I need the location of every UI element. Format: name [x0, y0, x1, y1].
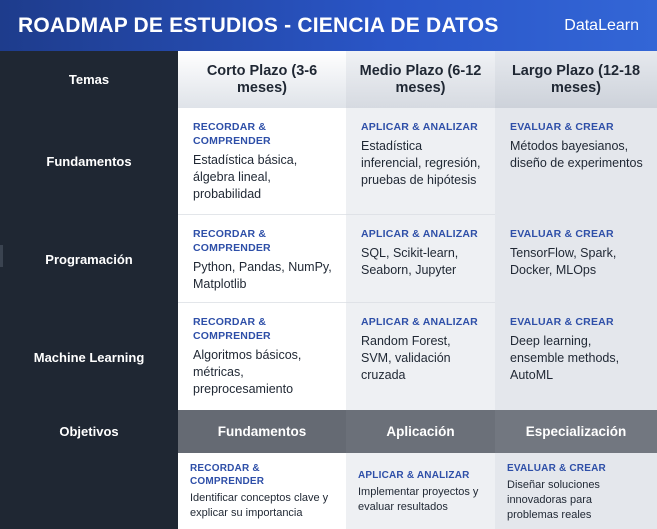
sidebar-edge-marker — [0, 245, 3, 267]
brand-logo: DataLearn — [564, 16, 639, 34]
column-header-short-term: Corto Plazo (3-6 meses) — [178, 51, 346, 108]
cell-text: Python, Pandas, NumPy, Matplotlib — [193, 260, 332, 291]
cell-text: Diseñar soluciones innovadoras para prob… — [507, 479, 600, 521]
cell-tag: RECORDAR & COMPRENDER — [193, 121, 271, 147]
objetivos-label: Objetivos — [59, 424, 119, 439]
cell-fundamentos-long: EVALUAR & CREAR Métodos bayesianos, dise… — [495, 108, 657, 215]
objective-cell-short: RECORDAR & COMPRENDER Identificar concep… — [178, 453, 346, 529]
cell-tag: APLICAR & ANALIZAR — [361, 121, 478, 133]
cell-tag: EVALUAR & CREAR — [510, 121, 614, 133]
temas-label: Temas — [68, 72, 110, 87]
cell-programacion-medium: APLICAR & ANALIZAR SQL, Scikit-learn, Se… — [346, 215, 495, 303]
column-header-long-term: Largo Plazo (12-18 meses) — [495, 51, 657, 108]
page-header: ROADMAP DE ESTUDIOS - CIENCIA DE DATOS D… — [0, 0, 657, 51]
cell-text: Identificar conceptos clave y explicar s… — [190, 492, 329, 519]
cell-text: Estadística básica, álgebra lineal, prob… — [193, 153, 298, 201]
objective-header-fundamentos: Fundamentos — [178, 410, 346, 453]
page-title: ROADMAP DE ESTUDIOS - CIENCIA DE DATOS — [18, 13, 499, 37]
cell-tag: RECORDAR & COMPRENDER — [193, 228, 271, 254]
cell-text: Métodos bayesianos, diseño de experiment… — [510, 139, 643, 170]
cell-text: SQL, Scikit-learn, Seaborn, Jupyter — [361, 246, 459, 277]
row-label-machine-learning: Machine Learning — [33, 350, 145, 365]
cell-machine-learning-short: RECORDAR & COMPRENDER Algoritmos básicos… — [178, 303, 346, 410]
cell-tag: EVALUAR & CREAR — [510, 316, 614, 328]
cell-text: TensorFlow, Spark, Docker, MLOps — [510, 246, 617, 277]
cell-machine-learning-long: EVALUAR & CREAR Deep learning, ensemble … — [495, 303, 657, 410]
cell-text: Random Forest, SVM, validación cruzada — [361, 334, 451, 382]
cell-tag: EVALUAR & CREAR — [507, 463, 606, 474]
topics-sidebar: Temas Fundamentos Programación Machine L… — [0, 51, 178, 529]
cell-programacion-short: RECORDAR & COMPRENDER Python, Pandas, Nu… — [178, 215, 346, 303]
objective-header-aplicacion: Aplicación — [346, 410, 495, 453]
cell-text: Algoritmos básicos, métricas, preprocesa… — [193, 348, 302, 396]
cell-tag: EVALUAR & CREAR — [510, 228, 614, 240]
objective-cell-medium: APLICAR & ANALIZAR Implementar proyectos… — [346, 453, 495, 529]
row-label-fundamentos: Fundamentos — [46, 154, 132, 169]
cell-programacion-long: EVALUAR & CREAR TensorFlow, Spark, Docke… — [495, 215, 657, 303]
cell-text: Estadística inferencial, regresión, prue… — [361, 139, 481, 187]
cell-fundamentos-medium: APLICAR & ANALIZAR Estadística inferenci… — [346, 108, 495, 215]
cell-tag: APLICAR & ANALIZAR — [361, 228, 478, 240]
cell-tag: RECORDAR & COMPRENDER — [190, 463, 265, 487]
cell-fundamentos-short: RECORDAR & COMPRENDER Estadística básica… — [178, 108, 346, 215]
cell-machine-learning-medium: APLICAR & ANALIZAR Random Forest, SVM, v… — [346, 303, 495, 410]
cell-text: Implementar proyectos y evaluar resultad… — [358, 486, 479, 513]
cell-text: Deep learning, ensemble methods, AutoML — [510, 334, 620, 382]
objective-header-especializacion: Especialización — [495, 410, 657, 453]
objective-cell-long: EVALUAR & CREAR Diseñar soluciones innov… — [495, 453, 657, 529]
cell-tag: APLICAR & ANALIZAR — [361, 316, 478, 328]
row-label-programacion: Programación — [45, 252, 133, 267]
column-header-medium-term: Medio Plazo (6-12 meses) — [346, 51, 495, 108]
cell-tag: APLICAR & ANALIZAR — [358, 470, 470, 481]
cell-tag: RECORDAR & COMPRENDER — [193, 316, 271, 342]
